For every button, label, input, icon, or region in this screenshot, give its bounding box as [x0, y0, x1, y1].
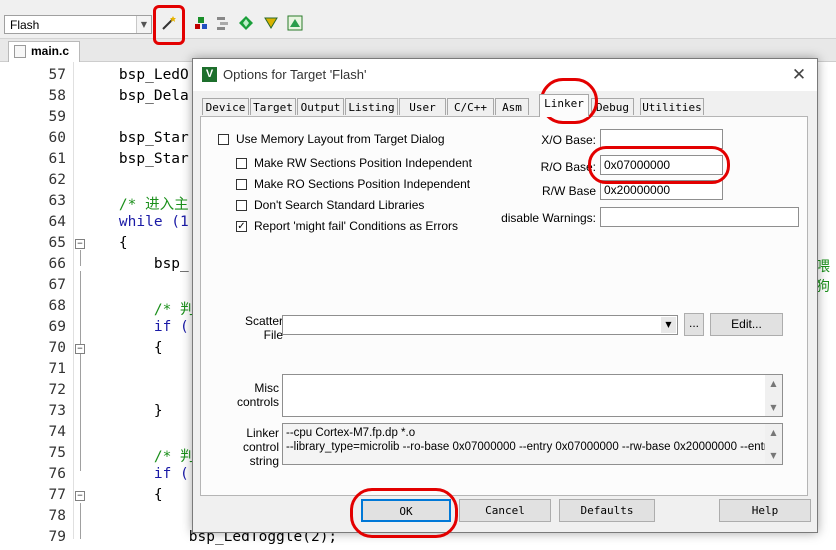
scatter-browse-button[interactable]: ... [684, 313, 704, 336]
tab-output[interactable]: Output [297, 98, 344, 115]
tab-label: main.c [31, 44, 70, 58]
load-icon [195, 17, 207, 29]
checkbox-box[interactable] [236, 178, 247, 190]
xo-base-label: X/O Base: [541, 133, 596, 147]
close-button[interactable]: ✕ [789, 65, 809, 85]
scatter-edit-button[interactable]: Edit... [710, 313, 783, 336]
chevron-down-icon[interactable]: ▼ [136, 16, 151, 33]
magic-wand-icon [162, 16, 176, 30]
linker-control-string[interactable]: --cpu Cortex-M7.fp.dp *.o --library_type… [282, 423, 783, 465]
linker-control-label: Linker control string [242, 426, 279, 468]
tab-linker[interactable]: Linker [539, 94, 589, 117]
scatter-label: Scatter File [244, 314, 283, 342]
tab-utilities[interactable]: Utilities [640, 98, 704, 115]
load-button[interactable] [192, 14, 210, 32]
target-select[interactable]: Flash ▼ [4, 15, 152, 34]
tab-device[interactable]: Device [202, 98, 249, 115]
scrollbar[interactable]: ▲ ▼ [765, 375, 782, 416]
rw-base-label: R/W Base [541, 184, 596, 198]
tab-target[interactable]: Target [250, 98, 296, 115]
rte-icon [287, 15, 303, 31]
misc-controls-textarea[interactable]: ▲ ▼ [282, 374, 783, 417]
scatter-file-combo[interactable]: ▼ [282, 315, 678, 335]
help-button[interactable]: Help [719, 499, 811, 522]
tab-listing[interactable]: Listing [345, 98, 398, 115]
ro-position-independent-checkbox[interactable]: Make RO Sections Position Independent [236, 177, 470, 191]
pack-installer-button[interactable] [262, 14, 280, 32]
tab-asm[interactable]: Asm [495, 98, 529, 115]
rte-button[interactable] [286, 14, 304, 32]
manage-components-icon [217, 17, 228, 30]
checkbox-box[interactable] [236, 157, 247, 169]
target-options-button[interactable] [160, 14, 178, 32]
toolbar-separator [183, 14, 184, 34]
ro-base-label: R/O Base: [540, 160, 596, 174]
checkbox-box[interactable] [218, 133, 229, 145]
use-memory-layout-checkbox[interactable]: Use Memory Layout from Target Dialog [218, 132, 445, 146]
rw-base-input[interactable]: 0x20000000 [600, 180, 723, 200]
cancel-button[interactable]: Cancel [459, 499, 551, 522]
defaults-button[interactable]: Defaults [559, 499, 655, 522]
dialog-title: Options for Target 'Flash' [223, 67, 367, 82]
checkbox-box[interactable] [236, 199, 247, 211]
report-might-fail-checkbox[interactable]: ✓ Report 'might fail' Conditions as Erro… [236, 219, 458, 233]
linker-panel: Use Memory Layout from Target Dialog Mak… [200, 116, 808, 496]
select-packs-button[interactable] [237, 14, 255, 32]
file-icon [14, 45, 26, 58]
disable-warnings-label: disable Warnings: [501, 211, 596, 225]
dialog-tabs: Device Target Output Listing User C/C++ … [193, 91, 817, 117]
dialog-titlebar: V Options for Target 'Flash' ✕ [193, 59, 817, 91]
scrollbar[interactable]: ▲ ▼ [765, 424, 782, 464]
chevron-down-icon[interactable]: ▼ [661, 317, 676, 333]
tab-debug[interactable]: Debug [591, 98, 634, 115]
tab-main-c[interactable]: main.c [8, 41, 81, 62]
options-dialog: V Options for Target 'Flash' ✕ Device Ta… [192, 58, 818, 533]
ro-base-input[interactable]: 0x07000000 [600, 155, 723, 175]
target-select-value: Flash [10, 18, 40, 32]
keil-app-icon: V [202, 67, 217, 82]
comment-fragment: 喂狗 [816, 259, 830, 295]
checkmark-icon[interactable]: ✓ [236, 220, 247, 232]
ok-button[interactable]: OK [361, 499, 451, 522]
rw-position-independent-checkbox[interactable]: Make RW Sections Position Independent [236, 156, 472, 170]
misc-controls-label: Misc controls [236, 381, 279, 409]
pack-installer-icon [264, 17, 278, 29]
toolbar: Flash ▼ [0, 0, 836, 39]
dont-search-std-libs-checkbox[interactable]: Don't Search Standard Libraries [236, 198, 424, 212]
select-packs-icon [239, 16, 253, 30]
disable-warnings-input[interactable] [600, 207, 799, 227]
tab-user[interactable]: User [399, 98, 446, 115]
manage-components-button[interactable] [214, 14, 232, 32]
tab-cc[interactable]: C/C++ [447, 98, 494, 115]
xo-base-input[interactable] [600, 129, 723, 149]
